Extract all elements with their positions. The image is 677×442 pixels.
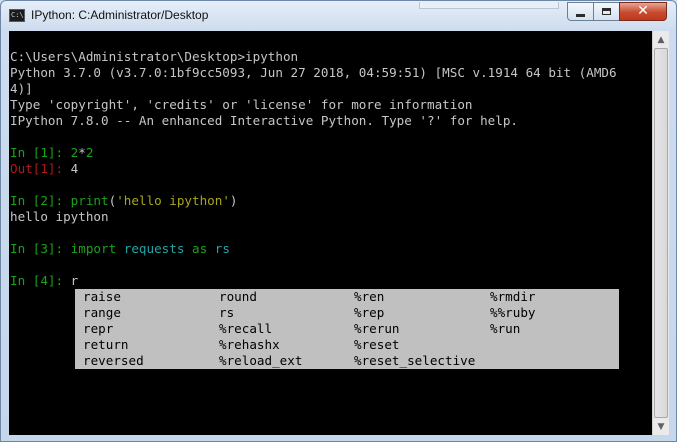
vertical-scrollbar[interactable]: ▲ ▼ <box>652 31 669 435</box>
console-line: C:\Users\Administrator\Desktop>ipython <box>10 49 299 64</box>
completion-item[interactable]: round <box>219 289 257 305</box>
in-prompt: In [3]: <box>10 241 71 256</box>
in-prompt: In [2]: <box>10 193 71 208</box>
completion-item[interactable]: range <box>83 305 121 321</box>
completion-item[interactable]: %rerun <box>354 321 400 337</box>
number-token: 2 <box>85 145 94 160</box>
completion-item[interactable]: %rmdir <box>490 289 536 305</box>
console-output[interactable]: C:\Users\Administrator\Desktop>ipython P… <box>9 31 652 435</box>
completion-item[interactable]: repr <box>83 321 113 337</box>
completion-item[interactable]: %run <box>490 321 520 337</box>
string-token: 'hello ipython' <box>116 193 230 208</box>
completion-item[interactable]: %reset_selective <box>354 353 475 369</box>
typed-text[interactable]: r <box>71 273 79 288</box>
completion-item[interactable]: %ren <box>354 289 384 305</box>
completion-menu[interactable]: raise round %ren %rmdir range rs %rep %%… <box>75 289 619 369</box>
close-icon: ✕ <box>637 3 649 19</box>
console-line: IPython 7.8.0 -- An enhanced Interactive… <box>10 113 518 128</box>
completion-item[interactable]: raise <box>83 289 121 305</box>
console-window: C:\ IPython: C:Administrator/Desktop ✕ C… <box>0 0 677 442</box>
module-token: requests <box>123 241 185 256</box>
in-prompt: In [1]: <box>10 145 71 160</box>
builtin-token: print <box>70 193 109 208</box>
maximize-icon <box>602 8 611 15</box>
output-value: 4 <box>70 161 79 176</box>
scroll-down-icon[interactable]: ▼ <box>653 418 669 435</box>
operator-token: * <box>78 145 86 160</box>
in-prompt: In [4]: <box>10 273 71 288</box>
input-cell: In [3]: import requests as rs <box>10 241 230 257</box>
console-line: 4)] <box>10 81 33 96</box>
keyword-token: import <box>70 241 117 256</box>
completion-item[interactable]: %rep <box>354 305 384 321</box>
completion-item[interactable]: %reload_ext <box>219 353 302 369</box>
input-cell: In [2]: print('hello ipython') <box>10 193 238 209</box>
scroll-up-icon[interactable]: ▲ <box>653 31 669 48</box>
active-input-cell[interactable]: In [4]: r <box>10 273 78 289</box>
alias-token: rs <box>214 241 230 256</box>
minimize-button[interactable] <box>567 2 594 21</box>
minimize-icon <box>576 14 585 17</box>
maximize-button[interactable] <box>593 2 620 21</box>
completion-item[interactable]: reversed <box>83 353 144 369</box>
paren-token: ) <box>229 193 238 208</box>
completion-item[interactable]: %recall <box>219 321 272 337</box>
console-icon: C:\ <box>9 9 25 22</box>
console-line: Python 3.7.0 (v3.7.0:1bf9cc5093, Jun 27 … <box>10 65 617 80</box>
completion-item[interactable]: %reset <box>354 337 400 353</box>
input-cell: In [1]: 2*2 <box>10 145 93 161</box>
output-cell: Out[1]: 4 <box>10 161 78 177</box>
stdout-line: hello ipython <box>10 209 109 224</box>
completion-item[interactable]: return <box>83 337 129 353</box>
completion-item[interactable]: %%ruby <box>490 305 536 321</box>
keyword-token: as <box>192 241 208 256</box>
out-prompt: Out[1]: <box>10 161 71 176</box>
console-line: Type 'copyright', 'credits' or 'license'… <box>10 97 473 112</box>
title-bar[interactable]: C:\ IPython: C:Administrator/Desktop ✕ <box>1 1 676 31</box>
completion-item[interactable]: rs <box>219 305 234 321</box>
scroll-thumb[interactable] <box>654 48 668 418</box>
background-window-edge <box>419 2 559 9</box>
close-button[interactable]: ✕ <box>619 2 667 21</box>
window-title: IPython: C:Administrator/Desktop <box>31 8 209 22</box>
completion-item[interactable]: %rehashx <box>219 337 280 353</box>
